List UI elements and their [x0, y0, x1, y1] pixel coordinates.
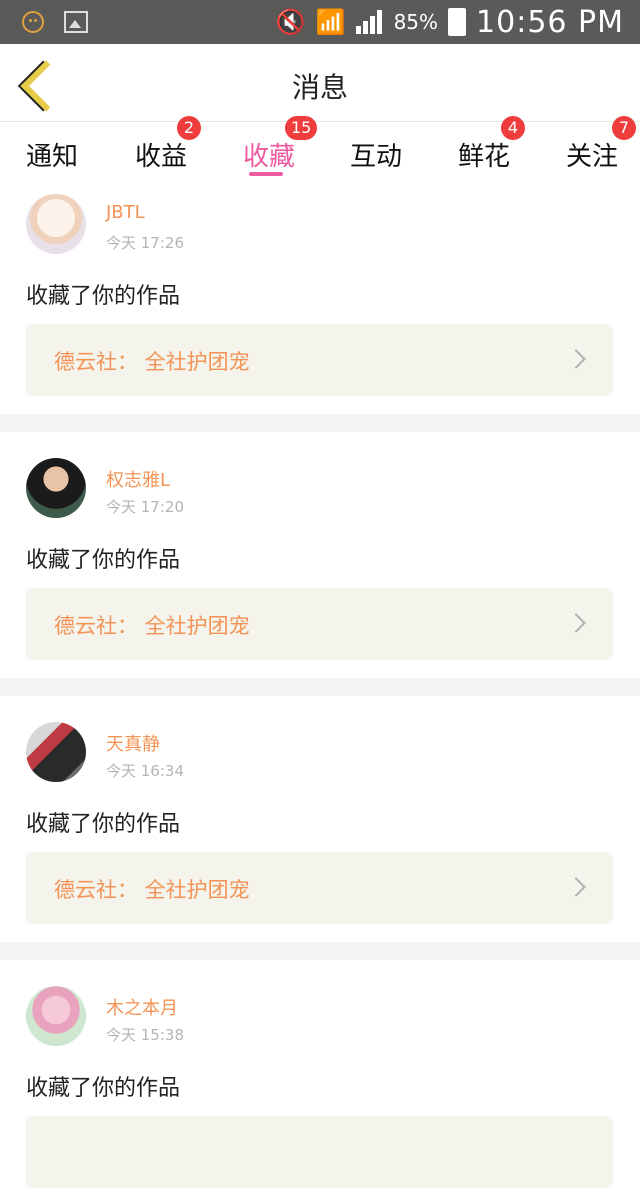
username[interactable]: 权志雅L: [106, 466, 170, 492]
action-text: 收藏了你的作品: [26, 812, 181, 837]
tab-interactions[interactable]: 互动: [350, 136, 402, 173]
action-text: 收藏了你的作品: [26, 284, 181, 309]
clock: 10:56 PM: [476, 4, 624, 40]
work-title: 德云社： 全社护团宠: [54, 614, 250, 638]
action-text: 收藏了你的作品: [26, 548, 181, 573]
tab-earnings[interactable]: 收益: [135, 136, 187, 173]
timestamp: 今天 17:26: [106, 234, 184, 252]
message-item[interactable]: 天真静 今天 16:34 收藏了你的作品 德云社： 全社护团宠: [0, 696, 640, 942]
tab-notifications[interactable]: 通知: [26, 136, 78, 173]
work-title: 德云社： 全社护团宠: [54, 878, 250, 902]
avatar[interactable]: [26, 458, 86, 518]
follows-badge: 7: [612, 116, 636, 140]
gallery-notification-icon: [64, 11, 88, 33]
tab-flowers[interactable]: 鲜花: [458, 136, 510, 173]
flowers-badge: 4: [501, 116, 525, 140]
avatar[interactable]: [26, 722, 86, 782]
chevron-right-icon: [566, 613, 586, 633]
tab-follows[interactable]: 关注: [566, 136, 618, 173]
emoji-notification-icon: [22, 11, 44, 33]
divider: [0, 942, 640, 960]
divider: [0, 414, 640, 432]
work-title: 德云社： 全社护团宠: [54, 350, 250, 374]
page-title: 消息: [291, 71, 348, 104]
active-tab-indicator: [249, 172, 283, 176]
timestamp: 今天 16:34: [106, 762, 184, 780]
chevron-right-icon: [566, 349, 586, 369]
divider: [0, 678, 640, 696]
username[interactable]: 天真静: [106, 730, 160, 756]
message-item[interactable]: 木之本月 今天 15:38 收藏了你的作品: [0, 960, 640, 1188]
timestamp: 今天 17:20: [106, 498, 184, 516]
timestamp: 今天 15:38: [106, 1026, 184, 1044]
work-link[interactable]: 德云社： 全社护团宠: [26, 588, 613, 660]
battery-percent: 85%: [393, 10, 439, 34]
username[interactable]: JBTL: [106, 202, 145, 223]
earnings-badge: 2: [177, 116, 201, 140]
username[interactable]: 木之本月: [106, 994, 178, 1020]
work-link[interactable]: [26, 1116, 613, 1188]
signal-icon: [355, 10, 384, 34]
message-item[interactable]: 权志雅L 今天 17:20 收藏了你的作品 德云社： 全社护团宠: [0, 432, 640, 678]
wifi-icon: 📶: [315, 8, 346, 36]
action-text: 收藏了你的作品: [26, 1076, 181, 1101]
work-link[interactable]: 德云社： 全社护团宠: [26, 324, 613, 396]
mute-icon: 🔇: [275, 8, 306, 36]
chevron-right-icon: [566, 877, 586, 897]
battery-icon: [448, 8, 467, 36]
avatar[interactable]: [26, 986, 86, 1046]
header: 消息: [0, 44, 640, 124]
status-bar: 🔇 📶 85% 10:56 PM: [0, 0, 640, 44]
message-item[interactable]: JBTL 今天 17:26 收藏了你的作品 德云社： 全社护团宠: [0, 184, 640, 414]
tab-bar: [0, 122, 640, 184]
work-link[interactable]: 德云社： 全社护团宠: [26, 852, 613, 924]
avatar[interactable]: [26, 194, 86, 254]
favorites-badge: 15: [285, 116, 318, 140]
tab-favorites[interactable]: 收藏: [243, 136, 295, 173]
message-list: JBTL 今天 17:26 收藏了你的作品 德云社： 全社护团宠 权志雅L 今天…: [0, 184, 640, 1188]
